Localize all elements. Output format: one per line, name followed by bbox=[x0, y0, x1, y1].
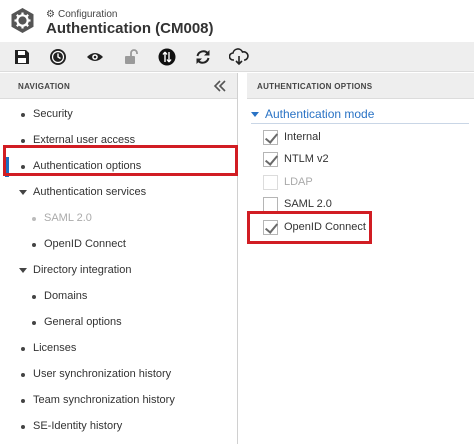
nav-item-openid-connect[interactable]: OpenID Connect bbox=[0, 232, 237, 258]
section-title: Authentication mode bbox=[265, 107, 375, 121]
checkbox[interactable] bbox=[263, 151, 278, 167]
cloud-download-icon bbox=[229, 48, 249, 66]
nav-item-authentication-services[interactable]: Authentication services bbox=[0, 180, 237, 206]
bullet-icon bbox=[21, 347, 25, 351]
history-button[interactable] bbox=[47, 47, 69, 67]
hexagon-gear-logo bbox=[11, 8, 34, 33]
bullet-icon bbox=[32, 243, 36, 247]
navigation-panel: NAVIGATION Security External user access A… bbox=[0, 73, 238, 444]
authentication-mode-section[interactable]: Authentication mode bbox=[251, 107, 374, 121]
authentication-options-title: AUTHENTICATION OPTIONS bbox=[257, 82, 373, 91]
bullet-icon bbox=[21, 399, 25, 403]
option-ntlm-v2[interactable]: NTLM v2 bbox=[263, 148, 329, 170]
nav-item-label: Domains bbox=[44, 290, 88, 302]
navigation-title: NAVIGATION bbox=[18, 82, 71, 91]
nav-item-label: OpenID Connect bbox=[44, 238, 126, 250]
double-chevron-left-icon bbox=[213, 80, 226, 92]
nav-item-label: SE-Identity history bbox=[33, 420, 123, 432]
eye-icon bbox=[87, 53, 103, 61]
nav-item-team-synchronization-history[interactable]: Team synchronization history bbox=[0, 388, 237, 414]
breadcrumb[interactable]: ⚙ Configuration bbox=[46, 9, 117, 20]
checkbox[interactable] bbox=[263, 129, 278, 145]
nav-item-label: Security bbox=[33, 108, 73, 120]
nav-item-se-identity-history[interactable]: SE-Identity history bbox=[0, 414, 237, 440]
sync-button[interactable] bbox=[156, 47, 178, 67]
checkbox-label: LDAP bbox=[284, 176, 313, 188]
save-button[interactable] bbox=[11, 47, 33, 67]
bullet-icon bbox=[32, 217, 36, 221]
option-ldap: LDAP bbox=[263, 171, 313, 193]
caret-down-icon bbox=[251, 111, 259, 117]
gear-icon: ⚙ bbox=[46, 9, 55, 20]
nav-item-security[interactable]: Security bbox=[0, 102, 237, 128]
bullet-icon bbox=[21, 425, 25, 429]
nav-item-label: General options bbox=[44, 316, 122, 328]
authentication-options-panel: AUTHENTICATION OPTIONS Authentication mo… bbox=[247, 73, 474, 444]
checkbox bbox=[263, 174, 278, 190]
toolbar bbox=[0, 42, 474, 72]
nav-item-domains[interactable]: Domains bbox=[0, 284, 237, 310]
unlock-button[interactable] bbox=[120, 47, 142, 67]
bullet-icon bbox=[21, 373, 25, 377]
bullet-icon bbox=[32, 321, 36, 325]
sync-arrow-icon bbox=[158, 48, 176, 66]
refresh-button[interactable] bbox=[192, 47, 214, 67]
cloud-download-button[interactable] bbox=[228, 47, 250, 67]
page-title: Authentication (CM008) bbox=[46, 20, 214, 37]
nav-item-label: SAML 2.0 bbox=[44, 212, 92, 224]
nav-item-user-synchronization-history[interactable]: User synchronization history bbox=[0, 362, 237, 388]
history-clock-icon bbox=[50, 49, 66, 65]
section-divider bbox=[251, 123, 469, 124]
active-item-highlight bbox=[3, 145, 238, 176]
option-internal[interactable]: Internal bbox=[263, 126, 321, 148]
nav-item-label: Directory integration bbox=[33, 264, 132, 276]
checkbox-label: Internal bbox=[284, 131, 321, 143]
authentication-options-header: AUTHENTICATION OPTIONS bbox=[247, 73, 474, 99]
checkbox-label: SAML 2.0 bbox=[284, 198, 332, 210]
breadcrumb-label: Configuration bbox=[57, 9, 118, 20]
nav-item-label: Team synchronization history bbox=[33, 394, 175, 406]
refresh-icon bbox=[196, 50, 210, 64]
collapse-navigation-button[interactable] bbox=[211, 77, 229, 95]
checkbox[interactable] bbox=[263, 196, 278, 212]
nav-item-label: User synchronization history bbox=[33, 368, 172, 380]
app-header: ⚙ Configuration Authentication (CM008) bbox=[0, 0, 474, 42]
navigation-header: NAVIGATION bbox=[0, 73, 237, 99]
nav-item-licenses[interactable]: Licenses bbox=[0, 336, 237, 362]
floppy-disk-icon bbox=[15, 50, 29, 64]
view-button[interactable] bbox=[84, 47, 106, 67]
nav-item-label: Licenses bbox=[33, 342, 77, 354]
unlock-icon bbox=[125, 49, 138, 64]
bullet-icon bbox=[21, 113, 25, 117]
bullet-icon bbox=[32, 295, 36, 299]
checkbox-label: NTLM v2 bbox=[284, 153, 329, 165]
nav-item-label: Authentication services bbox=[33, 186, 147, 198]
caret-down-icon[interactable] bbox=[19, 268, 27, 273]
nav-item-general-options[interactable]: General options bbox=[0, 310, 237, 336]
nav-item-directory-integration[interactable]: Directory integration bbox=[0, 258, 237, 284]
caret-down-icon[interactable] bbox=[19, 190, 27, 195]
openid-option-highlight bbox=[247, 211, 372, 244]
nav-item-saml-2-0[interactable]: SAML 2.0 bbox=[0, 206, 237, 232]
bullet-icon bbox=[21, 139, 25, 143]
